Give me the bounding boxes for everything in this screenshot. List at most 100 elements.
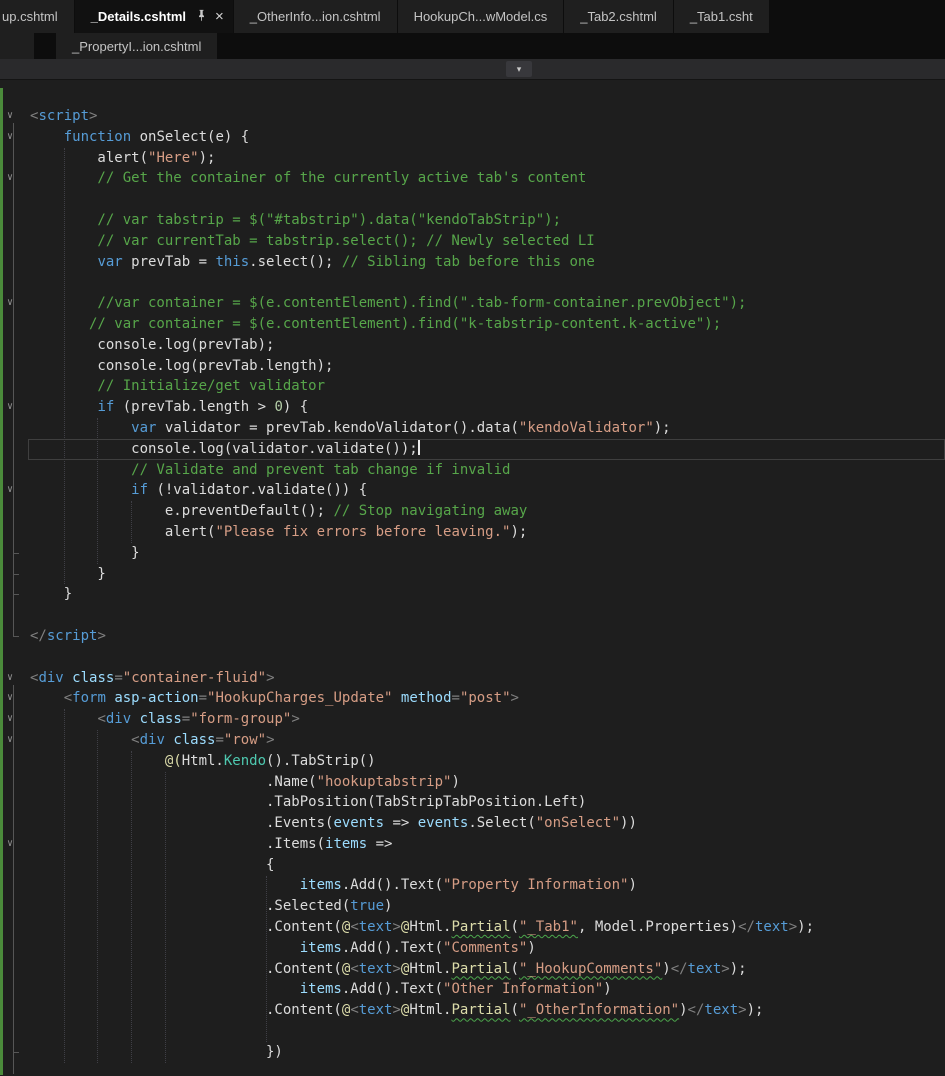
chevron-down-icon: ▾	[516, 64, 522, 74]
code-line[interactable]: items.Add().Text("Property Information")	[0, 875, 945, 896]
code-line[interactable]: .Content(@<text>@Html.Partial("_Tab1", M…	[0, 917, 945, 938]
fold-margin	[0, 855, 28, 876]
tab-label: _Tab1.csht	[689, 9, 753, 24]
fold-margin	[0, 792, 28, 813]
editor-tab[interactable]	[0, 33, 34, 59]
editor-tab[interactable]: _PropertyI...ion.cshtml	[56, 33, 218, 59]
code-line[interactable]: // var currentTab = tabstrip.select(); /…	[0, 231, 945, 252]
code-line[interactable]: ∨ if (prevTab.length > 0) {	[0, 397, 945, 418]
fold-margin	[0, 356, 28, 377]
editor-tab[interactable]: _OtherInfo...ion.cshtml	[233, 0, 397, 33]
fold-chevron-icon[interactable]: ∨	[7, 294, 13, 312]
code-line[interactable]: ∨ // Get the container of the currently …	[0, 168, 945, 189]
fold-margin[interactable]: ∨	[0, 106, 28, 127]
code-line-text: }	[30, 565, 106, 582]
editor-tab[interactable]: _Tab2.cshtml	[564, 0, 673, 33]
current-code-line[interactable]: console.log(validator.validate());	[0, 438, 945, 460]
fold-chevron-icon[interactable]: ∨	[7, 835, 13, 853]
code-line-text: alert("Here");	[30, 149, 216, 166]
fold-chevron-icon[interactable]: ∨	[7, 731, 13, 749]
code-line[interactable]: var prevTab = this.select(); // Sibling …	[0, 252, 945, 273]
code-line[interactable]	[0, 605, 945, 626]
code-line[interactable]: ∨ <div class="container-fluid">	[0, 668, 945, 689]
fold-margin[interactable]: ∨	[0, 834, 28, 855]
fold-margin[interactable]: ∨	[0, 709, 28, 730]
fold-margin[interactable]: ∨	[0, 168, 28, 189]
fold-chevron-icon[interactable]: ∨	[7, 481, 13, 499]
code-line[interactable]: // var container = $(e.contentElement).f…	[0, 314, 945, 335]
code-line[interactable]: }	[0, 564, 945, 585]
code-line[interactable]: items.Add().Text("Comments")	[0, 938, 945, 959]
tab-label: _Tab2.cshtml	[580, 9, 657, 24]
code-line[interactable]: ∨ <form asp-action="HookupCharges_Update…	[0, 688, 945, 709]
code-line[interactable]: </script>	[0, 626, 945, 647]
fold-margin[interactable]: ∨	[0, 730, 28, 751]
fold-chevron-icon[interactable]: ∨	[7, 128, 13, 146]
code-line[interactable]: var validator = prevTab.kendoValidator()…	[0, 418, 945, 439]
code-line[interactable]: .Content(@<text>@Html.Partial("_OtherInf…	[0, 1000, 945, 1021]
fold-margin	[0, 418, 28, 439]
fold-chevron-icon[interactable]: ∨	[7, 669, 13, 687]
code-line[interactable]: console.log(prevTab.length);	[0, 356, 945, 377]
code-line[interactable]	[0, 272, 945, 293]
fold-margin[interactable]: ∨	[0, 293, 28, 314]
code-line[interactable]: // Initialize/get validator	[0, 376, 945, 397]
code-editor[interactable]: ∨ <script> ∨ function onSelect(e) { alert(…	[0, 80, 945, 1075]
code-line[interactable]	[0, 647, 945, 668]
code-line[interactable]	[0, 1021, 945, 1042]
code-line[interactable]: }	[0, 584, 945, 605]
code-line[interactable]: {	[0, 855, 945, 876]
code-line[interactable]: .Content(@<text>@Html.Partial("_HookupCo…	[0, 959, 945, 980]
code-line[interactable]: .TabPosition(TabStripTabPosition.Left)	[0, 792, 945, 813]
fold-margin[interactable]: ∨	[0, 127, 28, 148]
code-line[interactable]: ∨ .Items(items =>	[0, 834, 945, 855]
fold-margin[interactable]: ∨	[0, 668, 28, 689]
close-icon[interactable]: ×	[215, 9, 224, 24]
fold-chevron-icon[interactable]: ∨	[7, 398, 13, 416]
code-line[interactable]: ∨ if (!validator.validate()) {	[0, 480, 945, 501]
code-line-text: }	[30, 586, 73, 603]
code-line[interactable]: console.log(prevTab);	[0, 335, 945, 356]
fold-margin[interactable]: ∨	[0, 688, 28, 709]
code-line[interactable]: }	[0, 543, 945, 564]
code-line[interactable]: .Selected(true)	[0, 896, 945, 917]
code-line-text: <div class="container-fluid">	[30, 669, 275, 686]
code-line[interactable]: items.Add().Text("Other Information")	[0, 979, 945, 1000]
code-line[interactable]: @(Html.Kendo().TabStrip()	[0, 751, 945, 772]
code-line-text: <form asp-action="HookupCharges_Update" …	[63, 690, 519, 707]
fold-chevron-icon[interactable]: ∨	[7, 689, 13, 707]
tab-label: HookupCh...wModel.cs	[413, 9, 548, 24]
code-line[interactable]: ∨ //var container = $(e.contentElement).…	[0, 293, 945, 314]
editor-tab[interactable]: HookupCh...wModel.cs	[397, 0, 564, 33]
fold-margin[interactable]: ∨	[0, 397, 28, 418]
code-line[interactable]: .Events(events => events.Select("onSelec…	[0, 813, 945, 834]
fold-chevron-icon[interactable]: ∨	[7, 710, 13, 728]
fold-margin[interactable]: ∨	[0, 480, 28, 501]
code-line-text: items.Add().Text("Property Information")	[299, 877, 637, 894]
code-line[interactable]: e.preventDefault(); // Stop navigating a…	[0, 501, 945, 522]
editor-tab[interactable]: _Details.cshtml ×	[74, 0, 233, 33]
code-line[interactable]: ∨ <div class="form-group">	[0, 709, 945, 730]
fold-margin	[0, 896, 28, 917]
code-line[interactable]: alert("Please fix errors before leaving.…	[0, 522, 945, 543]
code-line[interactable]: // var tabstrip = $("#tabstrip").data("k…	[0, 210, 945, 231]
nav-dropdown-button[interactable]: ▾	[506, 61, 532, 77]
code-line[interactable]: })	[0, 1042, 945, 1063]
code-line[interactable]: ∨ function onSelect(e) {	[0, 127, 945, 148]
editor-tab[interactable]: _Tab1.csht	[673, 0, 769, 33]
code-line[interactable]: ∨ <script>	[0, 106, 945, 127]
fold-margin	[0, 522, 28, 543]
code-line[interactable]: ∨ <div class="row">	[0, 730, 945, 751]
code-line[interactable]: // Validate and prevent tab change if in…	[0, 460, 945, 481]
code-line-text	[28, 272, 945, 293]
fold-chevron-icon[interactable]: ∨	[7, 107, 13, 125]
code-line[interactable]: alert("Here");	[0, 148, 945, 169]
pin-icon[interactable]	[195, 9, 208, 25]
code-line[interactable]: .Name("hookuptabstrip")	[0, 772, 945, 793]
fold-chevron-icon[interactable]: ∨	[7, 169, 13, 187]
code-line[interactable]	[0, 189, 945, 210]
editor-tab[interactable]: up.cshtml	[0, 0, 74, 33]
tab-label: _Details.cshtml	[90, 9, 187, 24]
tab-label: up.cshtml	[2, 9, 58, 24]
code-line-text: .Name("hookuptabstrip")	[30, 773, 460, 790]
